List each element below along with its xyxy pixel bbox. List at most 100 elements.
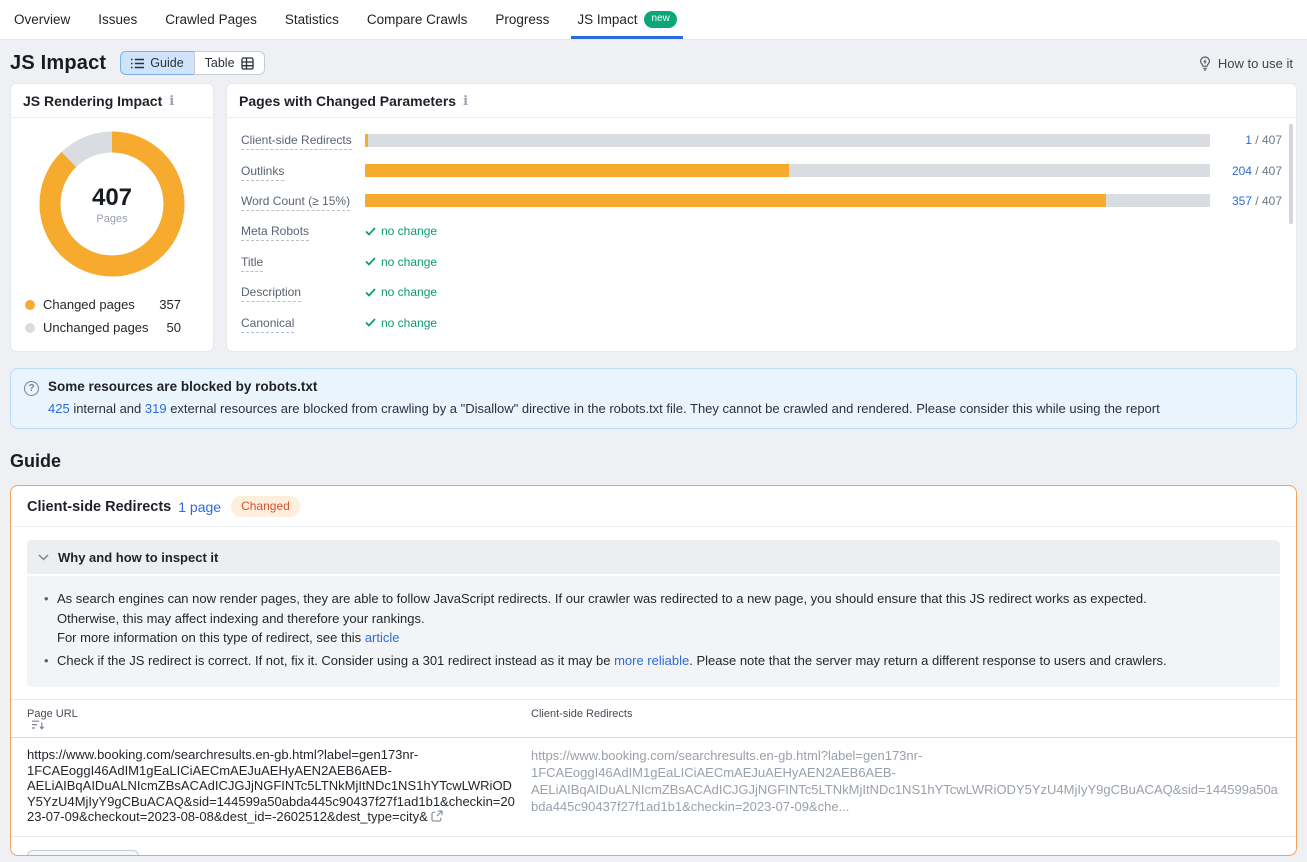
donut-chart: 407 Pages: [11, 118, 213, 277]
nav-statistics[interactable]: Statistics: [285, 0, 339, 39]
new-badge: new: [644, 11, 676, 28]
bar-fill: [365, 164, 789, 177]
legend-unchanged-pages: Unchanged pages 50: [25, 316, 199, 339]
bullet1-line3: For more information on this type of red…: [57, 630, 365, 645]
check-icon: [365, 257, 376, 266]
more-reliable-link[interactable]: more reliable: [614, 653, 689, 668]
parameter-label: Outlinks: [241, 164, 284, 181]
donut-total-label: Pages: [96, 213, 127, 225]
sort-icon[interactable]: [32, 720, 44, 730]
view-toggle: Guide Table: [120, 51, 264, 75]
parameter-value: 357 / 407: [1210, 194, 1282, 208]
nav-issues[interactable]: Issues: [98, 0, 137, 39]
table-grid-icon: [241, 57, 254, 70]
nav-progress[interactable]: Progress: [495, 0, 549, 39]
nav-js-impact-label: JS Impact: [577, 12, 637, 27]
parameter-row: Descriptionno change: [241, 277, 1282, 307]
legend-changed-value: 357: [155, 297, 181, 312]
chevron-down-icon: [38, 554, 49, 561]
nav-overview[interactable]: Overview: [14, 0, 70, 39]
question-mark-icon: ?: [24, 381, 39, 396]
parameter-row: Client-side Redirects 1 / 407: [241, 125, 1282, 155]
nav-crawled-pages[interactable]: Crawled Pages: [165, 0, 257, 39]
no-change-status: no change: [365, 316, 437, 330]
page-url-cell: https://www.booking.com/searchresults.en…: [27, 747, 531, 825]
table-row: https://www.booking.com/searchresults.en…: [11, 738, 1296, 837]
changed-parameters-card: Pages with Changed Parameters i Client-s…: [226, 83, 1297, 352]
guide-toggle-button[interactable]: Guide: [120, 51, 193, 75]
parameter-row: Title no change: [241, 247, 1282, 277]
parameter-label: Canonical: [241, 316, 294, 333]
how-to-use-link[interactable]: How to use it: [1198, 56, 1293, 71]
banner-text-1: internal and: [70, 401, 145, 416]
donut-total: 407: [92, 184, 132, 212]
rendering-impact-title: JS Rendering Impact: [23, 93, 162, 109]
nav-js-impact[interactable]: JS Impact new: [577, 0, 676, 39]
inspect-bullet-2: Check if the JS redirect is correct. If …: [39, 651, 1264, 671]
page-url-column-header[interactable]: Page URL: [27, 708, 78, 720]
bar-fill: [365, 134, 368, 147]
how-to-use-label: How to use it: [1218, 56, 1293, 71]
bar-track: [365, 164, 1210, 177]
parameter-value: 1 / 407: [1210, 133, 1282, 147]
donut-legend: Changed pages 357 Unchanged pages 50: [11, 277, 213, 351]
changed-parameters-title: Pages with Changed Parameters: [239, 93, 456, 109]
bar-fill: [365, 194, 1106, 207]
check-icon: [365, 318, 376, 327]
table-toggle-button[interactable]: Table: [194, 51, 265, 75]
redirect-url-cell: https://www.booking.com/searchresults.en…: [531, 747, 1280, 825]
external-link-icon[interactable]: [431, 810, 443, 822]
banner-body: 425 internal and 319 external resources …: [48, 401, 1160, 416]
why-how-body: As search engines can now render pages, …: [27, 576, 1280, 687]
changed-dot-icon: [25, 300, 35, 310]
legend-unchanged-label: Unchanged pages: [43, 320, 155, 335]
parameter-label: Title: [241, 255, 263, 272]
bullet2-text1: Check if the JS redirect is correct. If …: [57, 653, 614, 668]
legend-changed-label: Changed pages: [43, 297, 155, 312]
unchanged-dot-icon: [25, 323, 35, 333]
robots-blocked-banner: ? Some resources are blocked by robots.t…: [10, 368, 1297, 429]
internal-resources-link[interactable]: 425: [48, 401, 70, 416]
table-header: Page URL Client-side Redirects: [11, 699, 1296, 738]
card-scrollbar[interactable]: [1289, 124, 1293, 224]
parameter-label: Client-side Redirects: [241, 133, 352, 150]
parameter-row: Word Count (≥ 15%) 357 / 407: [241, 186, 1282, 216]
article-link[interactable]: article: [365, 630, 400, 645]
why-how-header[interactable]: Why and how to inspect it: [27, 540, 1280, 574]
page-header: JS Impact Guide Table How to use it: [0, 40, 1307, 83]
parameter-row: Meta Robots no change: [241, 216, 1282, 246]
js-rendering-impact-card: JS Rendering Impact i 407 Pages Changed …: [10, 83, 214, 352]
info-icon[interactable]: i: [169, 95, 174, 108]
redirects-column-header: Client-side Redirects: [531, 708, 1280, 730]
guide-card-title: Client-side Redirects: [27, 499, 171, 515]
info-icon[interactable]: i: [463, 95, 468, 108]
client-side-redirects-card: Client-side Redirects 1 page Changed Why…: [10, 485, 1297, 856]
no-change-status: no change: [365, 224, 437, 238]
view-all-details-button[interactable]: View all details: [27, 850, 139, 857]
external-resources-link[interactable]: 319: [145, 401, 167, 416]
list-icon: [131, 58, 144, 69]
bar-track: [365, 134, 1210, 147]
check-icon: [365, 227, 376, 236]
banner-text-2: external resources are blocked from craw…: [167, 401, 1160, 416]
banner-title: Some resources are blocked by robots.txt: [48, 379, 1160, 394]
legend-unchanged-value: 50: [155, 320, 181, 335]
parameter-label: Meta Robots: [241, 224, 309, 241]
parameter-row: Outlinks 204 / 407: [241, 155, 1282, 185]
page-count-link[interactable]: 1 page: [178, 499, 221, 515]
lightbulb-icon: [1198, 56, 1212, 71]
no-change-status: no change: [365, 255, 437, 269]
bullet1-line1: As search engines can now render pages, …: [57, 591, 1147, 606]
top-navigation: Overview Issues Crawled Pages Statistics…: [0, 0, 1307, 40]
inspect-bullet-1: As search engines can now render pages, …: [39, 589, 1264, 648]
changed-badge: Changed: [231, 496, 300, 517]
parameter-value: 204 / 407: [1210, 164, 1282, 178]
nav-compare-crawls[interactable]: Compare Crawls: [367, 0, 468, 39]
guide-toggle-label: Guide: [150, 56, 183, 70]
bar-track: [365, 194, 1210, 207]
parameter-label: Word Count (≥ 15%): [241, 194, 350, 211]
guide-heading: Guide: [10, 451, 1297, 472]
parameter-row: Canonical no change: [241, 307, 1282, 337]
bullet1-line2: Otherwise, this may affect indexing and …: [57, 611, 425, 626]
check-icon: [365, 288, 376, 297]
